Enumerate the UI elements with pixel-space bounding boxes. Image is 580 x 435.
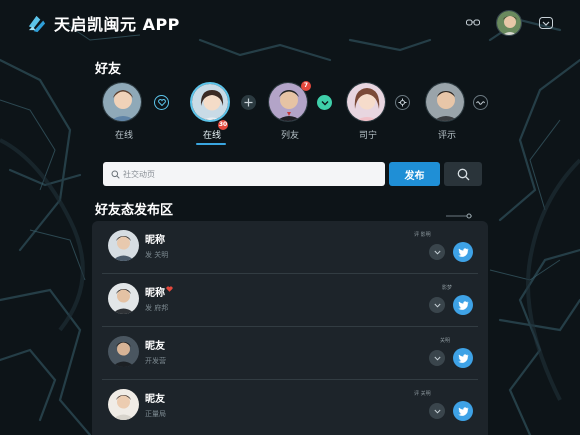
post-nickname: 昵称 xyxy=(145,288,165,299)
settings-circle-icon[interactable] xyxy=(395,95,410,110)
friend-avatar xyxy=(346,82,386,122)
chevron-down-icon xyxy=(433,409,441,414)
post-meta: 评 影明 xyxy=(414,232,431,238)
active-tab-indicator xyxy=(196,143,226,145)
post-nickname: 昵友 xyxy=(145,341,165,352)
collapse-button[interactable] xyxy=(429,244,445,260)
friend-label: 在线 xyxy=(114,131,133,141)
friend-label: 列友 xyxy=(280,131,299,141)
search-button[interactable] xyxy=(444,162,482,186)
post-avatar[interactable] xyxy=(108,336,139,367)
friend-avatar xyxy=(102,82,142,122)
friend-label: 评示 xyxy=(437,131,456,141)
search-icon xyxy=(457,168,469,180)
post-meta: 评 关明 xyxy=(414,391,431,397)
post-avatar[interactable] xyxy=(108,230,139,261)
post-subtitle: 发 府邦 xyxy=(145,304,169,312)
search-bar[interactable] xyxy=(103,162,385,186)
feed-post[interactable]: 昵称 发 关明 评 影明 xyxy=(92,221,488,274)
search-icon xyxy=(111,170,120,179)
friends-row: 在线 30 在线 7 列友 司宁 评示 xyxy=(0,0,580,160)
friend-avatar xyxy=(425,82,465,122)
collapse-button[interactable] xyxy=(429,297,445,313)
friend-label: 司宁 xyxy=(358,131,377,141)
wave-circle-icon[interactable] xyxy=(473,95,488,110)
heart-circle-icon[interactable] xyxy=(154,95,169,110)
friend-item[interactable]: 评示 xyxy=(425,82,469,141)
friend-label: 在线 xyxy=(202,131,221,141)
chevron-down-icon xyxy=(433,303,441,308)
bird-icon xyxy=(457,247,468,257)
post-subtitle: 发 关明 xyxy=(145,251,169,259)
feed-post[interactable]: 昵称 发 府邦 影梦 xyxy=(92,274,488,327)
feed-post[interactable]: 昵友 开发营 关明 xyxy=(92,327,488,380)
post-avatar[interactable] xyxy=(108,389,139,420)
feed-panel: 昵称 发 关明 评 影明 昵称 发 府邦 影梦 昵友 开发营 关明 昵友 正量局… xyxy=(92,221,488,435)
share-button[interactable] xyxy=(453,401,473,421)
heart-icon xyxy=(166,286,173,292)
friend-avatar xyxy=(190,82,230,122)
chevron-down-icon xyxy=(433,250,441,255)
post-subtitle: 开发营 xyxy=(145,357,166,365)
share-button[interactable] xyxy=(453,242,473,262)
publish-button[interactable]: 发布 xyxy=(389,162,440,186)
post-meta: 关明 xyxy=(440,338,451,344)
post-nickname: 昵称 xyxy=(145,235,165,246)
bird-icon xyxy=(457,353,468,363)
post-meta: 影梦 xyxy=(442,285,453,291)
search-input[interactable] xyxy=(123,169,363,179)
friend-item[interactable]: 7 列友 xyxy=(268,81,312,141)
friend-item-active[interactable]: 30 在线 xyxy=(190,82,234,141)
bird-icon xyxy=(457,406,468,416)
chevron-down-icon xyxy=(433,356,441,361)
plus-icon[interactable] xyxy=(241,95,256,110)
feed-section-title: 好友态发布区 xyxy=(95,203,174,218)
collapse-button[interactable] xyxy=(429,350,445,366)
post-nickname: 昵友 xyxy=(145,394,165,405)
share-button[interactable] xyxy=(453,348,473,368)
feed-post[interactable]: 昵友 正量局 评 关明 xyxy=(92,380,488,433)
friend-item[interactable]: 在线 xyxy=(102,82,146,141)
collapse-button[interactable] xyxy=(429,403,445,419)
notification-badge: 7 xyxy=(301,81,311,91)
post-avatar[interactable] xyxy=(108,283,139,314)
share-button[interactable] xyxy=(453,295,473,315)
feed-slider-icon[interactable] xyxy=(446,204,472,219)
friend-item[interactable]: 司宁 xyxy=(346,82,390,141)
bird-icon xyxy=(457,300,468,310)
chevron-down-circle-icon[interactable] xyxy=(317,95,332,110)
post-subtitle: 正量局 xyxy=(145,410,166,418)
